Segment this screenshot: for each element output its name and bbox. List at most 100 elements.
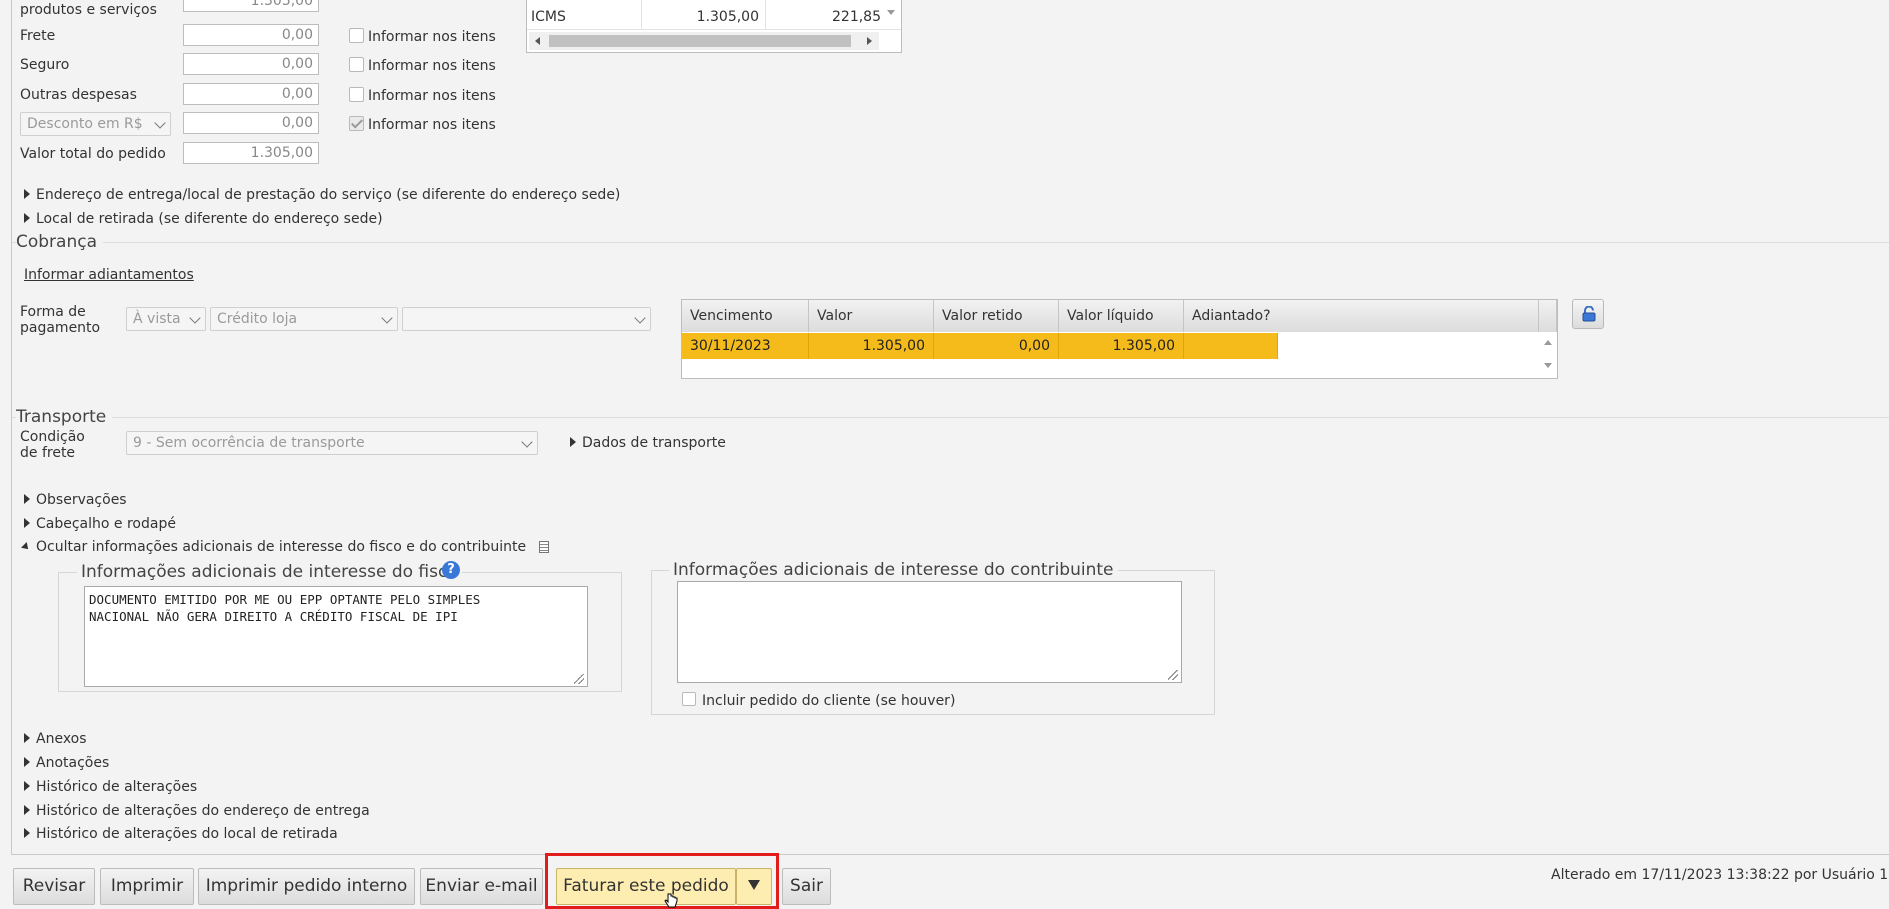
entrega-toggle-label: Endereço de entrega/local de prestação d… [36, 187, 621, 203]
anotacoes-label: Anotações [36, 755, 110, 771]
cell-adiantado[interactable] [1184, 333, 1278, 359]
scroll-right-icon[interactable] [867, 37, 872, 45]
grid-header-filler [1539, 300, 1557, 332]
products-label: produtos e serviços [20, 2, 157, 18]
seguro-field[interactable]: 0,00 [183, 53, 319, 75]
desconto-informar-label: Informar nos itens [368, 117, 496, 133]
products-value-field[interactable]: 1.305,00 [183, 0, 319, 12]
scroll-thumb[interactable] [549, 35, 851, 47]
enviar-email-button[interactable]: Enviar e-mail [420, 868, 543, 905]
outras-label: Outras despesas [20, 87, 137, 103]
anotacoes-toggle[interactable]: Anotações [24, 755, 109, 771]
col-valor[interactable]: Valor [809, 300, 934, 332]
total-label: Valor total do pedido [20, 146, 166, 162]
info-contribuinte-legend: Informações adicionais de interesse do c… [669, 560, 1118, 580]
total-field: 1.305,00 [183, 142, 319, 164]
col-valor-liquido[interactable]: Valor líquido [1059, 300, 1184, 332]
entrega-toggle[interactable]: Endereço de entrega/local de prestação d… [24, 187, 620, 203]
cell-valor-liquido[interactable]: 1.305,00 [1059, 333, 1184, 359]
info-fisco-legend: Informações adicionais de interesse do f… [77, 562, 462, 582]
outras-informar-label: Informar nos itens [368, 88, 496, 104]
ocultar-info-toggle[interactable]: Ocultar informações adicionais de intere… [21, 539, 549, 555]
cell-vencimento[interactable]: 30/11/2023 [682, 333, 809, 359]
ocultar-info-label: Ocultar informações adicionais de intere… [36, 539, 527, 555]
highlight-annotation-box [545, 853, 779, 909]
seguro-label: Seguro [20, 57, 70, 73]
scroll-down-icon[interactable] [1544, 363, 1552, 368]
imprimir-button[interactable]: Imprimir [100, 868, 194, 905]
revisar-button[interactable]: Revisar [13, 868, 95, 905]
retirada-toggle-label: Local de retirada (se diferente do ender… [36, 211, 383, 227]
info-contribuinte-textarea[interactable] [677, 581, 1182, 683]
historico-toggle[interactable]: Histórico de alterações [24, 779, 197, 795]
resize-grip-icon[interactable] [574, 674, 584, 684]
chevron-down-icon [154, 117, 166, 129]
scroll-left-icon[interactable] [535, 37, 540, 45]
cobranca-divider [12, 242, 1889, 243]
condicao-frete-select[interactable]: 9 - Sem ocorrência de transporte [126, 431, 538, 455]
forma-select-3[interactable] [402, 307, 651, 331]
frete-informar-label: Informar nos itens [368, 29, 496, 45]
seguro-informar-label: Informar nos itens [368, 58, 496, 74]
caret-right-icon [24, 828, 30, 838]
forma-select-2[interactable]: Crédito loja [210, 307, 398, 331]
help-icon[interactable]: ? [442, 561, 460, 579]
tax-value-cell: 221,85 [832, 9, 881, 25]
incluir-pedido-checkbox[interactable] [682, 692, 696, 706]
outras-informar-checkbox[interactable] [349, 87, 364, 102]
anexos-label: Anexos [36, 731, 87, 747]
desconto-select-value: Desconto em R$ [27, 116, 143, 132]
desconto-field[interactable]: 0,00 [183, 112, 319, 134]
desconto-select[interactable]: Desconto em R$ [20, 112, 171, 136]
anexos-toggle[interactable]: Anexos [24, 731, 87, 747]
forma-pagamento-label: Forma de pagamento [20, 304, 101, 336]
forma-select-1-value: À vista [133, 311, 181, 327]
resize-grip-icon[interactable] [1168, 670, 1178, 680]
caret-right-icon [24, 805, 30, 815]
historico-entrega-toggle[interactable]: Histórico de alterações do endereço de e… [24, 803, 370, 819]
tax-grid-hscrollbar[interactable] [529, 32, 879, 50]
frete-field[interactable]: 0,00 [183, 24, 319, 46]
frete-informar-checkbox[interactable] [349, 28, 364, 43]
desconto-informar-checkbox[interactable] [349, 116, 364, 131]
caret-right-icon [24, 189, 30, 199]
caret-down-icon [21, 542, 31, 552]
cabecalho-label: Cabeçalho e rodapé [36, 516, 176, 532]
imprimir-interno-button[interactable]: Imprimir pedido interno [198, 868, 415, 905]
chevron-down-icon[interactable] [887, 10, 895, 15]
tax-name-cell: ICMS [531, 9, 566, 25]
scroll-up-icon[interactable] [1544, 340, 1552, 345]
retirada-toggle[interactable]: Local de retirada (se diferente do ender… [24, 211, 383, 227]
observacoes-toggle[interactable]: Observações [24, 492, 127, 508]
parcelas-grid: Vencimento Valor Valor retido Valor líqu… [681, 299, 1558, 379]
hand-cursor-icon [664, 893, 678, 909]
cabecalho-toggle[interactable]: Cabeçalho e rodapé [24, 516, 176, 532]
col-adiantado[interactable]: Adiantado? [1184, 300, 1539, 332]
frete-label: Frete [20, 28, 56, 44]
transporte-divider [12, 417, 1889, 418]
dados-transporte-toggle[interactable]: Dados de transporte [570, 435, 726, 451]
historico-retirada-toggle[interactable]: Histórico de alterações do local de reti… [24, 826, 338, 842]
info-fisco-textarea[interactable]: DOCUMENTO EMITIDO POR ME OU EPP OPTANTE … [84, 586, 588, 687]
cell-valor[interactable]: 1.305,00 [809, 333, 934, 359]
cell-valor-retido[interactable]: 0,00 [934, 333, 1059, 359]
forma-select-1[interactable]: À vista [126, 307, 206, 331]
unlock-icon [1582, 305, 1596, 322]
condicao-frete-value: 9 - Sem ocorrência de transporte [133, 435, 365, 451]
historico-entrega-label: Histórico de alterações do endereço de e… [36, 803, 370, 819]
historico-label: Histórico de alterações [36, 779, 198, 795]
chevron-down-icon [634, 312, 646, 324]
caret-right-icon [570, 437, 576, 447]
chevron-down-icon [381, 312, 393, 324]
unlock-button[interactable] [1572, 299, 1604, 329]
dados-transporte-label: Dados de transporte [582, 435, 726, 451]
historico-retirada-label: Histórico de alterações do local de reti… [36, 826, 338, 842]
document-icon[interactable] [538, 541, 549, 553]
col-vencimento[interactable]: Vencimento [682, 300, 809, 332]
condicao-frete-label: Condição de frete [20, 429, 85, 461]
adiantamentos-link[interactable]: Informar adiantamentos [24, 267, 194, 283]
outras-field[interactable]: 0,00 [183, 83, 319, 105]
col-valor-retido[interactable]: Valor retido [934, 300, 1059, 332]
seguro-informar-checkbox[interactable] [349, 57, 364, 72]
sair-button[interactable]: Sair [782, 868, 831, 905]
